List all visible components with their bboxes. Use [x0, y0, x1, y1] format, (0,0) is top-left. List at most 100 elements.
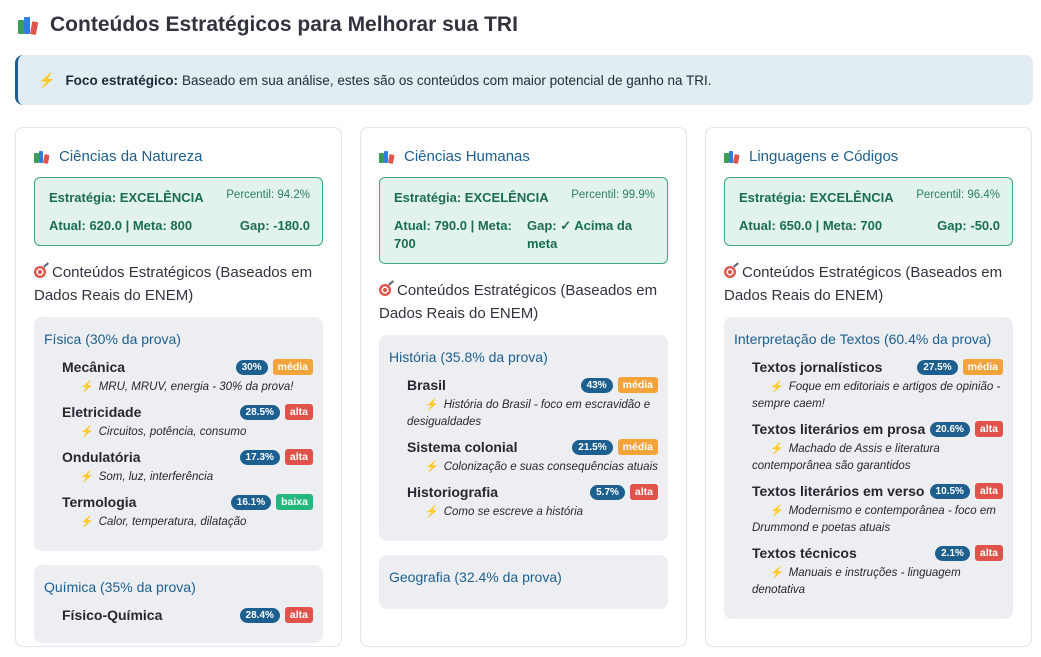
card-content: Linguagens e Códigos Estratégia: EXCELÊNC… — [724, 148, 1013, 633]
topic-description-text: Circuitos, potência, consumo — [98, 426, 247, 438]
topic-description-text: Colonização e suas consequências atuais — [443, 461, 658, 473]
topic-name: Textos técnicos — [752, 545, 857, 561]
topic-header: Textos jornalísticos 27.5% média — [752, 359, 1003, 375]
topic-item: Termologia 16.1% baixa ⚡ Calor, temperatura,… — [62, 494, 313, 531]
topic-name: Historiografia — [407, 484, 499, 500]
topic-description-text: MRU, MRUV, energia - 30% da prova! — [98, 381, 294, 393]
topic-header: Textos literários em verso 10.5% alta — [752, 483, 1003, 499]
card-title-text: Ciências Humanas — [404, 148, 530, 165]
page-title: Conteúdos Estratégicos para Melhorar sua… — [18, 13, 518, 37]
percent-badge: 20.6% — [929, 421, 970, 437]
gap-value: Gap: -50.0 — [937, 218, 1000, 233]
lightning-icon: ⚡ — [770, 381, 784, 393]
topic-item: Historiografia 5.7% alta ⚡ Como se escreve a… — [407, 484, 658, 521]
topic-item: Textos literários em verso 10.5% alta ⚡ Mode… — [752, 483, 1003, 537]
subject-title: Física (30% da prova) — [44, 331, 181, 347]
topic-item: Sistema colonial 21.5% média ⚡ Colonização e… — [407, 439, 658, 476]
strategy-label: Estratégia: EXCELÊNCIA — [49, 190, 204, 205]
strategic-heading-text: Conteúdos Estratégicos (Baseados em Dado… — [379, 282, 658, 322]
lightning-icon: ⚡ — [425, 461, 439, 473]
area-card: Ciências Humanas Estratégia: EXCELÊNCIA Pe… — [360, 127, 687, 647]
books-icon — [379, 150, 395, 164]
topic-header: Historiografia 5.7% alta — [407, 484, 658, 500]
gap-value: Gap: -180.0 — [239, 218, 310, 233]
difficulty-badge: alta — [284, 404, 313, 420]
percentile-value: Percentil: 94.2% — [226, 189, 310, 201]
difficulty-badge: média — [962, 359, 1003, 375]
lightning-icon: ⚡ — [425, 399, 439, 411]
topic-header: Mecânica 30% média — [62, 359, 313, 375]
strategy-box: Estratégia: EXCELÊNCIA Percentil: 94.2% At… — [34, 177, 323, 246]
topic-name: Mecânica — [62, 359, 126, 375]
difficulty-badge: alta — [974, 545, 1003, 561]
subject-block: Geografia (32.4% da prova) — [379, 555, 668, 609]
difficulty-badge: alta — [974, 483, 1003, 499]
topic-description: ⚡ Modernismo e contemporânea - foco em Dr… — [752, 503, 1003, 537]
difficulty-badge: alta — [629, 484, 658, 500]
current-target-score: Atual: 620.0 | Meta: 800 — [49, 218, 193, 233]
topic-header: Brasil 43% média — [407, 377, 658, 393]
strategic-heading-text: Conteúdos Estratégicos (Baseados em Dado… — [724, 264, 1003, 304]
lightning-icon: ⚡ — [770, 567, 784, 579]
topic-description: ⚡ Manuais e instruções - linguagem denota… — [752, 565, 1003, 599]
topic-name: Termologia — [62, 494, 137, 510]
topic-description-text: Como se escreve a história — [443, 506, 584, 518]
card-title-text: Ciências da Natureza — [59, 148, 203, 165]
area-card: Linguagens e Códigos Estratégia: EXCELÊNC… — [705, 127, 1032, 647]
subject-block: Química (35% da prova) Físico-Química 28.4… — [34, 565, 323, 643]
topic-header: Físico-Química 28.4% alta — [62, 607, 313, 623]
topic-description: ⚡ Colonização e suas consequências atuais — [407, 459, 658, 476]
difficulty-badge: alta — [974, 421, 1003, 437]
topic-item: Ondulatória 17.3% alta ⚡ Som, luz, interferê… — [62, 449, 313, 486]
topic-description-text: Foque em editoriais e artigos de opinião… — [752, 381, 1001, 410]
percent-badge: 28.4% — [239, 607, 280, 623]
strategic-contents-heading: Conteúdos Estratégicos (Baseados em Dado… — [34, 261, 323, 307]
card-title: Ciências da Natureza — [34, 148, 323, 165]
lightning-icon: ⚡ — [770, 505, 784, 517]
subject-block: História (35.8% da prova) Brasil 43% média ⚡… — [379, 335, 668, 541]
topic-description-text: História do Brasil - foco em escravidão … — [407, 399, 651, 428]
strategic-heading-text: Conteúdos Estratégicos (Baseados em Dado… — [34, 264, 313, 304]
percentile-value: Percentil: 96.4% — [916, 189, 1000, 201]
topic-name: Textos literários em prosa — [752, 421, 926, 437]
subject-block: Interpretação de Textos (60.4% da prova)… — [724, 317, 1013, 619]
subject-title: Interpretação de Textos (60.4% da prova) — [734, 331, 992, 347]
topic-item: Mecânica 30% média ⚡ MRU, MRUV, energia - 30… — [62, 359, 313, 396]
target-icon — [379, 284, 391, 296]
topic-header: Ondulatória 17.3% alta — [62, 449, 313, 465]
target-icon — [34, 266, 46, 278]
topic-description: ⚡ MRU, MRUV, energia - 30% da prova! — [62, 379, 313, 396]
strategy-row: Estratégia: EXCELÊNCIA Percentil: 99.9% — [394, 189, 655, 207]
area-card: Ciências da Natureza Estratégia: EXCELÊNC… — [15, 127, 342, 647]
percent-badge: 5.7% — [590, 484, 625, 500]
subject-title: Geografia (32.4% da prova) — [389, 569, 562, 585]
topic-header: Termologia 16.1% baixa — [62, 494, 313, 510]
topic-description-text: Calor, temperatura, dilatação — [98, 516, 247, 528]
topic-description: ⚡ Som, luz, interferência — [62, 469, 313, 486]
percent-badge: 2.1% — [935, 545, 970, 561]
current-target-score: Atual: 650.0 | Meta: 700 — [739, 218, 883, 233]
lightning-icon: ⚡ — [38, 71, 56, 88]
topic-header: Textos técnicos 2.1% alta — [752, 545, 1003, 561]
topic-item: Brasil 43% média ⚡ História do Brasil - foco… — [407, 377, 658, 431]
lightning-icon: ⚡ — [80, 516, 94, 528]
topic-item: Textos técnicos 2.1% alta ⚡ Manuais e instru… — [752, 545, 1003, 599]
topic-description-text: Modernismo e contemporânea - foco em Dru… — [752, 505, 996, 534]
alert-text: Baseado em sua análise, estes são os con… — [181, 72, 712, 88]
topic-description-text: Som, luz, interferência — [98, 471, 214, 483]
topic-item: Físico-Química 28.4% alta — [62, 607, 313, 623]
books-icon — [18, 16, 40, 36]
topic-name: Físico-Química — [62, 607, 163, 623]
topic-item: Textos jornalísticos 27.5% média ⚡ Foque em … — [752, 359, 1003, 413]
percent-badge: 27.5% — [917, 359, 958, 375]
card-content: Ciências Humanas Estratégia: EXCELÊNCIA Pe… — [379, 148, 668, 623]
score-row: Atual: 650.0 | Meta: 700 Gap: -50.0 — [739, 217, 1000, 235]
card-title: Linguagens e Códigos — [724, 148, 1013, 165]
page-title-text: Conteúdos Estratégicos para Melhorar sua… — [50, 13, 518, 36]
topic-name: Textos jornalísticos — [752, 359, 883, 375]
percent-badge: 21.5% — [572, 439, 613, 455]
topic-header: Eletricidade 28.5% alta — [62, 404, 313, 420]
card-title-text: Linguagens e Códigos — [749, 148, 899, 165]
topic-name: Textos literários em verso — [752, 483, 925, 499]
books-icon — [724, 150, 740, 164]
